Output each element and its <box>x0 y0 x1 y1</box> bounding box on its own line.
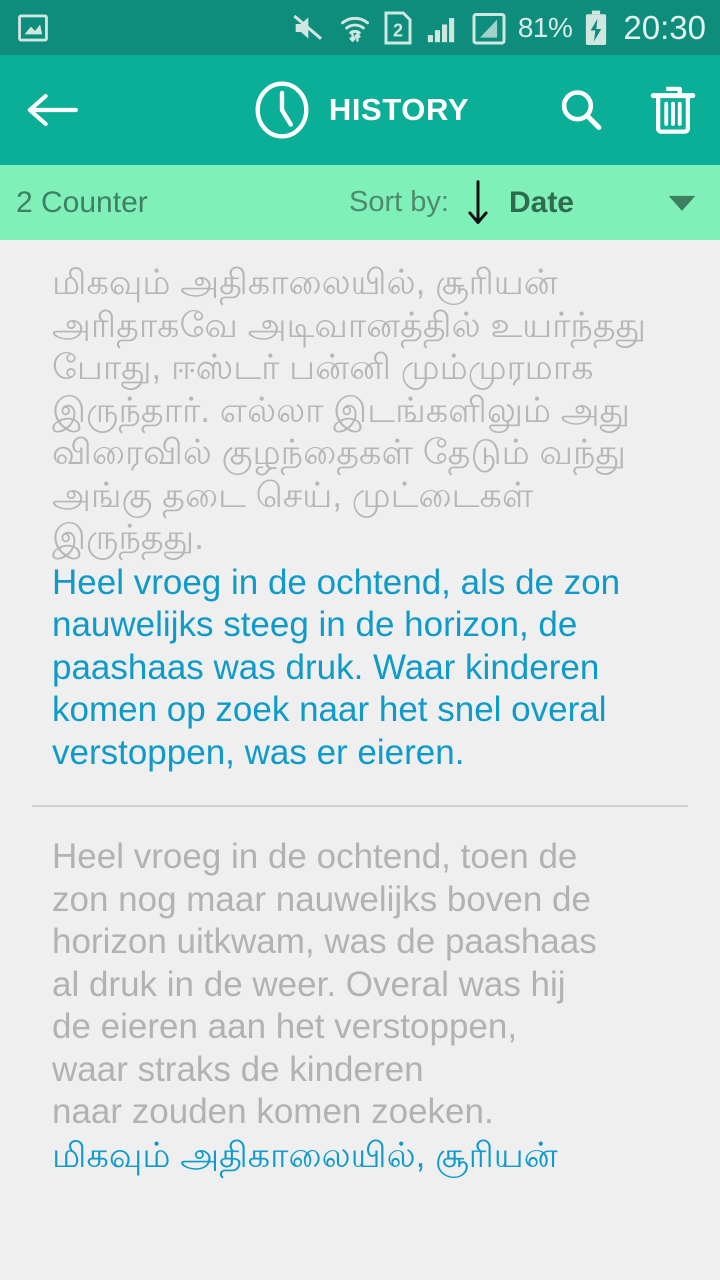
entry-target-text: Heel vroeg in de ochtend, als de zon nau… <box>52 562 621 772</box>
data-signal-icon <box>471 10 507 46</box>
history-list[interactable]: மிகவும் அதிகாலையில், சூரியன் அரிதாகவே அட… <box>0 240 720 1280</box>
sort-dropdown-button[interactable] <box>666 192 698 214</box>
status-bar: 2 81% 20:30 <box>0 0 720 55</box>
back-arrow-icon <box>27 93 78 127</box>
entry-source-line: al druk in de weer. Overal was hij <box>52 964 566 1004</box>
entry-source-line: zon nog maar nauwelijks boven de <box>52 879 591 919</box>
wifi-transfer-icon <box>338 11 372 45</box>
sort-value-label[interactable]: Date <box>509 186 574 220</box>
screenshot-image-icon <box>16 11 50 45</box>
status-bar-right: 2 81% 20:30 <box>291 9 706 47</box>
entry-source-text: மிகவும் அதிகாலையில், சூரியன் அரிதாகவே அட… <box>52 263 647 557</box>
clock-icon <box>255 81 309 139</box>
mute-icon <box>291 12 327 44</box>
sim-number-label: 2 <box>393 20 403 40</box>
search-button[interactable] <box>556 85 606 135</box>
page-title: HISTORY <box>328 92 470 127</box>
status-bar-clock: 20:30 <box>623 8 706 46</box>
entry-source-text: Heel vroeg in de ochtend, toen de zon no… <box>52 836 668 1134</box>
delete-history-button[interactable] <box>648 83 698 137</box>
sort-by-label: Sort by: <box>349 186 449 218</box>
signal-bars-icon <box>424 11 460 45</box>
sort-bar: 2 Counter Sort by: Date <box>0 165 720 240</box>
entry-source-line: Heel vroeg in de ochtend, toen de <box>52 837 578 876</box>
back-button[interactable] <box>24 82 80 138</box>
entry-source-line: de eieren aan het verstoppen, <box>52 1007 518 1046</box>
entry-source-line: naar zouden komen zoeken. <box>52 1092 494 1131</box>
app-bar: HISTORY <box>0 55 720 165</box>
arrow-down-icon <box>468 179 488 224</box>
history-entry[interactable]: மிகவும் அதிகாலையில், சூரியன் அரிதாகவே அட… <box>0 240 720 774</box>
entry-source-line: waar straks de kinderen <box>52 1049 424 1089</box>
battery-percent-label: 81% <box>517 11 573 43</box>
status-bar-left <box>16 11 50 45</box>
entry-source-line: horizon uitkwam, was de paashaas <box>52 922 597 961</box>
search-icon <box>561 90 602 130</box>
history-entry[interactable]: Heel vroeg in de ochtend, toen de zon no… <box>0 807 720 1177</box>
counter-label: 2 Counter <box>16 185 148 219</box>
sort-direction-button[interactable] <box>465 179 491 226</box>
app-bar-actions <box>556 83 698 137</box>
entry-target-text: மிகவும் அதிகாலையில், சூரியன் <box>52 1135 558 1175</box>
sort-control[interactable]: Sort by: Date <box>349 179 698 226</box>
charging-battery-icon <box>583 9 609 47</box>
caret-down-icon <box>668 195 696 211</box>
trash-icon <box>650 86 696 134</box>
sim2-icon: 2 <box>383 10 413 46</box>
